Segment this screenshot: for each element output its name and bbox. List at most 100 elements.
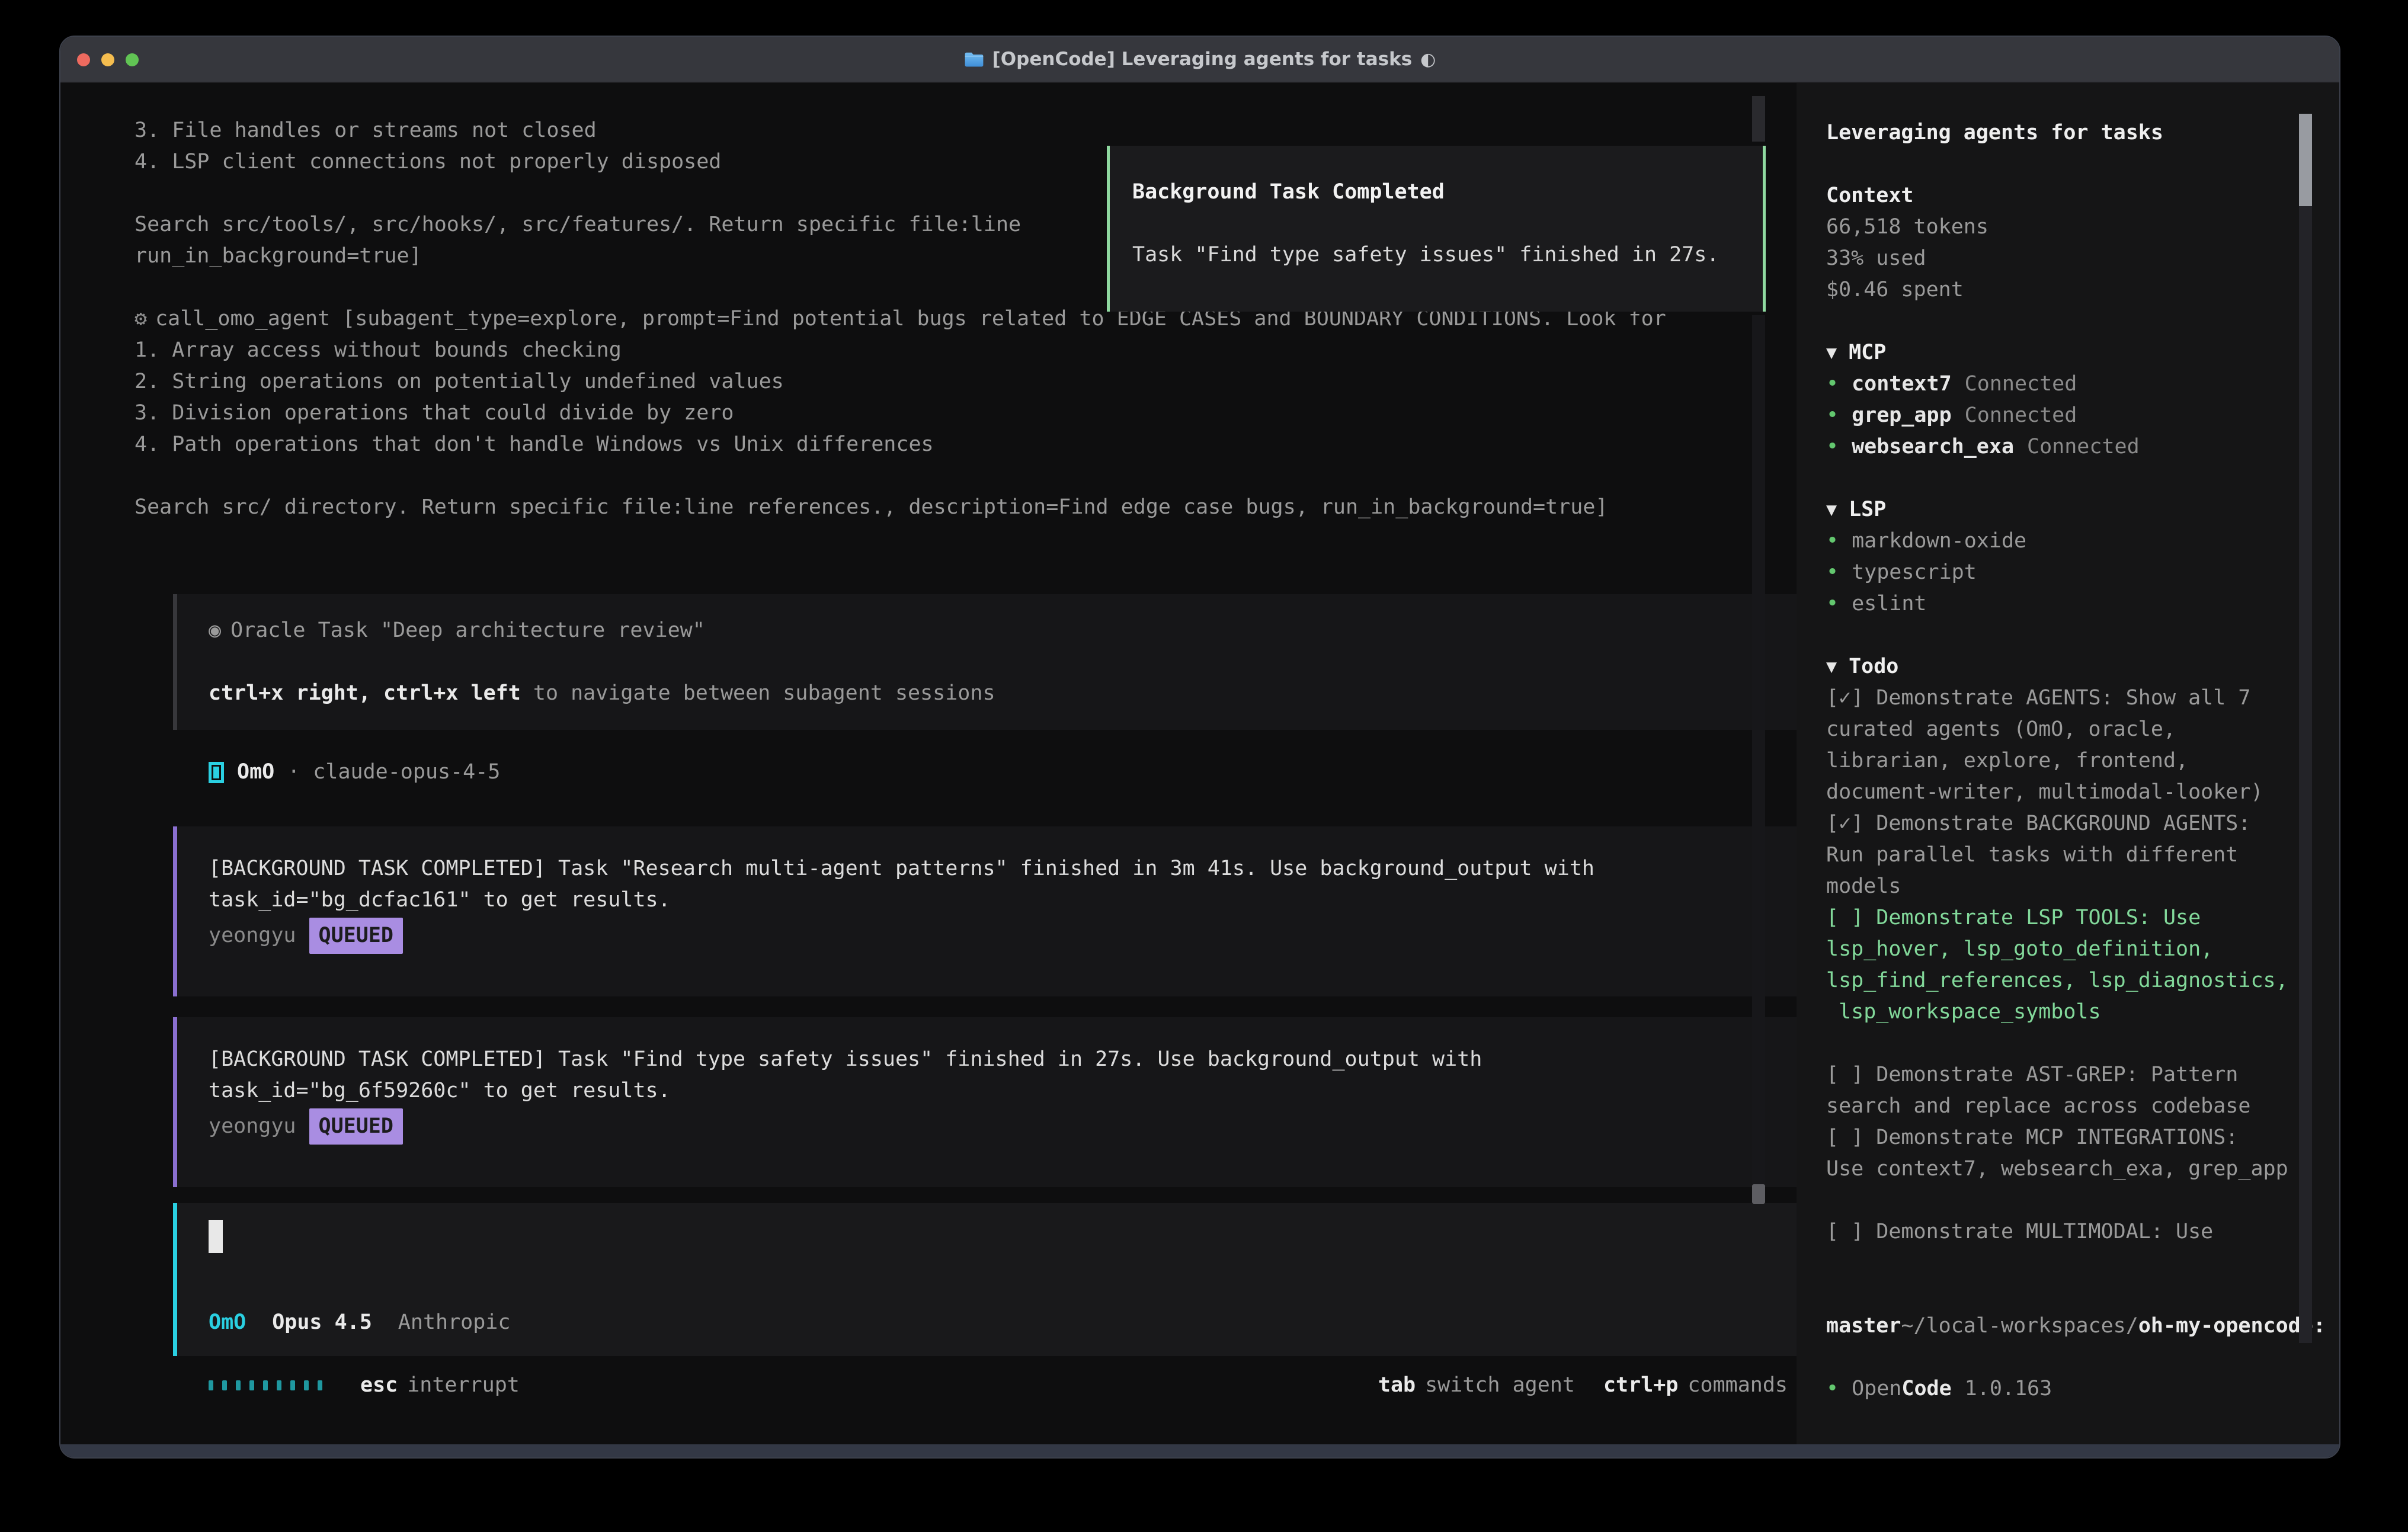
- window-title-text: [OpenCode] Leveraging agents for tasks: [992, 49, 1413, 70]
- main-scrollbar-top-segment[interactable]: [1752, 96, 1765, 142]
- prompt-input[interactable]: OmO Opus 4.5 Anthropic: [173, 1203, 1797, 1356]
- agent-name: OmO: [237, 757, 274, 788]
- status-badge: QUEUED: [309, 1108, 403, 1145]
- todo-line: models: [1826, 871, 2339, 902]
- status-dot-icon: •: [1826, 588, 1839, 620]
- status-dot-icon: •: [1826, 431, 1839, 463]
- agent-model: claude-opus-4-5: [313, 757, 500, 788]
- zoom-button[interactable]: [126, 53, 139, 66]
- main-scrollbar-track[interactable]: [1752, 315, 1765, 1184]
- todo-line: [ ] Demonstrate AST-GREP: Pattern: [1826, 1059, 2339, 1091]
- agent-session-header[interactable]: OmO · claude-opus-4-5: [209, 757, 1797, 788]
- todo-line: librarian, explore, frontend,: [1826, 745, 2339, 777]
- hint-text: to navigate between subagent sessions: [521, 681, 995, 705]
- status-dot-icon: •: [1826, 368, 1839, 400]
- status-dot-icon: •: [1826, 525, 1839, 557]
- mcp-item: • grep_app Connected: [1826, 400, 2339, 431]
- mcp-item: • context7 Connected: [1826, 368, 2339, 400]
- toast-body: Task "Find type safety issues" finished …: [1132, 239, 1763, 271]
- status-bar: esc interrupt tab switch agent ctrl+p co…: [209, 1370, 1788, 1401]
- input-model: Opus 4.5: [272, 1307, 372, 1338]
- task-message-line: [BACKGROUND TASK COMPLETED] Task "Find t…: [209, 1044, 1797, 1075]
- window-bottom-edge: [60, 1444, 2339, 1457]
- task-message-line: [BACKGROUND TASK COMPLETED] Task "Resear…: [209, 853, 1797, 884]
- ctrlp-label: commands: [1687, 1370, 1788, 1401]
- lsp-item: • typescript: [1826, 557, 2339, 588]
- todo-line-active: lsp_hover, lsp_goto_definition,: [1826, 934, 2339, 965]
- sidebar-scrollbar-track[interactable]: [2299, 114, 2312, 1343]
- todo-section-header[interactable]: ▼ Todo: [1826, 651, 2339, 682]
- todo-line-active: lsp_workspace_symbols: [1826, 996, 2339, 1028]
- main-scrollbar-thumb[interactable]: [1752, 1184, 1765, 1204]
- session-sidebar: Leveraging agents for tasks Context 66,5…: [1797, 83, 2339, 1444]
- half-moon-icon: ◐: [1420, 49, 1436, 70]
- titlebar[interactable]: [OpenCode] Leveraging agents for tasks ◐: [60, 37, 2339, 83]
- chevron-down-icon: ▼: [1826, 651, 1837, 682]
- oracle-task-title: ◉Oracle Task "Deep architecture review": [209, 615, 1797, 646]
- todo-line: Use context7, websearch_exa, grep_app: [1826, 1153, 2339, 1185]
- oracle-task-card[interactable]: ◉Oracle Task "Deep architecture review" …: [173, 594, 1797, 730]
- transcript-line: 2. String operations on potentially unde…: [135, 366, 1797, 398]
- transcript-line: 1. Array access without bounds checking: [135, 335, 1797, 366]
- chevron-down-icon: ▼: [1826, 337, 1837, 368]
- transcript-line: 3. Division operations that could divide…: [135, 398, 1797, 429]
- transcript-line: 3. File handles or streams not closed: [135, 115, 1797, 146]
- ctrlp-key-hint: ctrl+p: [1603, 1370, 1678, 1401]
- window-title: [OpenCode] Leveraging agents for tasks ◐: [964, 49, 1436, 70]
- tab-label: switch agent: [1425, 1370, 1575, 1401]
- transcript-line: Search src/ directory. Return specific f…: [135, 492, 1797, 523]
- tab-key-hint: tab: [1378, 1370, 1416, 1401]
- background-task-card: [BACKGROUND TASK COMPLETED] Task "Find t…: [173, 1017, 1797, 1187]
- session-title: Leveraging agents for tasks: [1826, 117, 2339, 149]
- agent-square-icon: [209, 762, 224, 783]
- mcp-item: • websearch_exa Connected: [1826, 431, 2339, 463]
- status-dot-icon: •: [1826, 400, 1839, 431]
- context-tokens: 66,518 tokens: [1826, 211, 2339, 243]
- todo-line-active: [ ] Demonstrate LSP TOOLS: Use: [1826, 902, 2339, 934]
- lsp-section-header[interactable]: ▼ LSP: [1826, 494, 2339, 525]
- opencode-terminal-window: [OpenCode] Leveraging agents for tasks ◐…: [59, 36, 2340, 1459]
- esc-key-hint: esc: [360, 1370, 398, 1401]
- task-message-line: task_id="bg_6f59260c" to get results.: [209, 1075, 1797, 1107]
- todo-line-active: lsp_find_references, lsp_diagnostics,: [1826, 965, 2339, 996]
- sidebar-scrollbar-thumb[interactable]: [2299, 114, 2312, 206]
- text-cursor: [209, 1220, 223, 1253]
- todo-line: document-writer, multimodal-looker): [1826, 777, 2339, 808]
- subagent-nav-hint: ctrl+x right, ctrl+x left to navigate be…: [209, 678, 1797, 709]
- todo-line: [ ] Demonstrate MULTIMODAL: Use: [1826, 1216, 2339, 1248]
- workspace-path: ~/local-workspaces/oh-my-opencode:: [1826, 1279, 2339, 1310]
- background-task-card: [BACKGROUND TASK COMPLETED] Task "Resear…: [173, 826, 1797, 996]
- esc-label: interrupt: [407, 1370, 520, 1401]
- minimize-button[interactable]: [101, 53, 114, 66]
- todo-line: [✓] Demonstrate AGENTS: Show all 7: [1826, 682, 2339, 714]
- opencode-version: • OpenCode 1.0.163: [1826, 1373, 2339, 1405]
- status-dot-icon: •: [1826, 1373, 1839, 1405]
- status-badge: QUEUED: [309, 918, 403, 954]
- lsp-item: • markdown-oxide: [1826, 525, 2339, 557]
- folder-icon: [964, 51, 984, 68]
- background-task-toast[interactable]: Background Task Completed Task "Find typ…: [1107, 146, 1766, 312]
- todo-line: [ ] Demonstrate MCP INTEGRATIONS:: [1826, 1122, 2339, 1153]
- window-controls: [77, 53, 139, 66]
- close-button[interactable]: [77, 53, 90, 66]
- todo-line: [✓] Demonstrate BACKGROUND AGENTS:: [1826, 808, 2339, 839]
- mcp-section-header[interactable]: ▼ MCP: [1826, 337, 2339, 368]
- context-spent: $0.46 spent: [1826, 274, 2339, 306]
- context-heading: Context: [1826, 180, 2339, 211]
- todo-line: Run parallel tasks with different: [1826, 839, 2339, 871]
- input-agent-name: OmO: [209, 1307, 246, 1338]
- chevron-down-icon: ▼: [1826, 494, 1837, 525]
- toast-title: Background Task Completed: [1132, 177, 1763, 208]
- todo-line: search and replace across codebase: [1826, 1091, 2339, 1122]
- context-used: 33% used: [1826, 243, 2339, 274]
- task-message-line: task_id="bg_dcfac161" to get results.: [209, 884, 1797, 916]
- task-user: yeongyu: [209, 1111, 296, 1142]
- oracle-icon: ◉: [209, 618, 221, 642]
- hint-keys: ctrl+x right, ctrl+x left: [209, 681, 521, 705]
- lsp-item: • eslint: [1826, 588, 2339, 620]
- gear-icon: ⚙: [135, 307, 147, 331]
- task-user: yeongyu: [209, 920, 296, 951]
- transcript-line: 4. Path operations that don't handle Win…: [135, 429, 1797, 460]
- input-provider: Anthropic: [398, 1307, 511, 1338]
- separator-dot: ·: [287, 757, 300, 788]
